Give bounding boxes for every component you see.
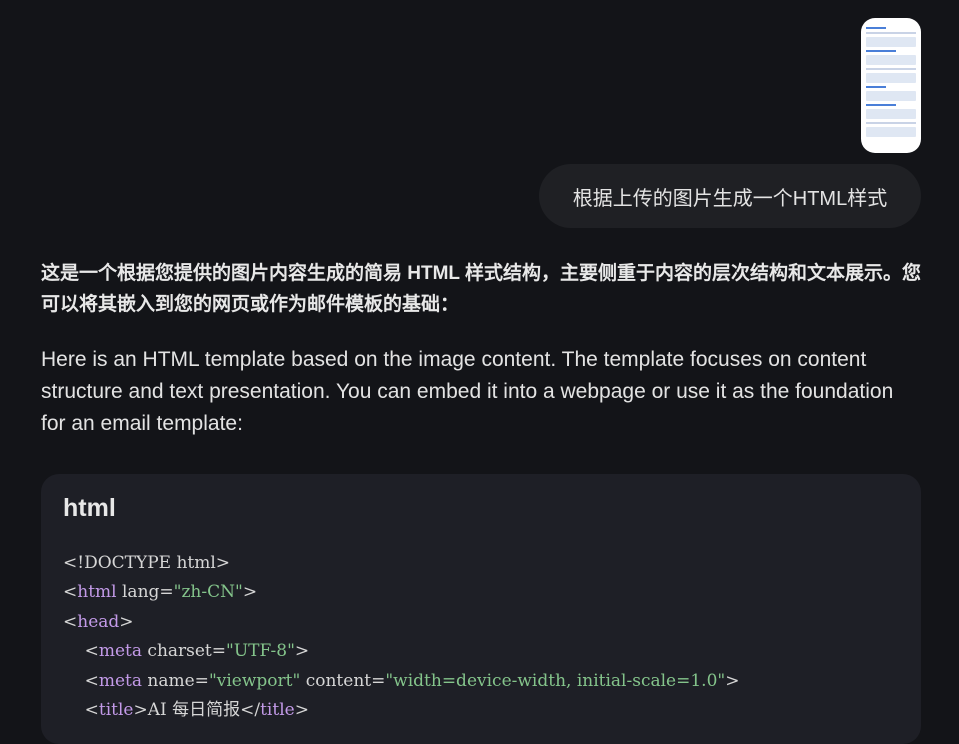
thumb-line	[866, 68, 916, 70]
code-doctype: <!DOCTYPE html>	[63, 553, 231, 573]
thumb-line	[866, 86, 886, 88]
code-tag: html	[77, 582, 117, 603]
code-line-4: <meta charset="UTF-8">	[63, 641, 310, 662]
code-language-label: html	[63, 494, 116, 522]
code-tag: title	[260, 700, 295, 721]
code-string: "width=device-width, initial-scale=1.0"	[385, 670, 726, 691]
thumb-line	[866, 32, 916, 34]
uploaded-image-thumbnail[interactable]	[861, 18, 921, 153]
code-line-3: <head>	[63, 612, 134, 632]
code-block: html <!DOCTYPE html> <html lang="zh-CN">…	[41, 474, 921, 744]
user-message-text: 根据上传的图片生成一个HTML样式	[572, 187, 888, 210]
thumb-line	[866, 104, 896, 106]
thumb-line	[866, 27, 886, 29]
code-attr: lang=	[116, 582, 174, 603]
thumb-block	[866, 73, 916, 83]
code-string: "UTF-8"	[226, 641, 295, 662]
user-message-bubble: 根据上传的图片生成一个HTML样式	[539, 164, 921, 228]
code-punct: <	[63, 700, 99, 721]
thumb-block	[866, 55, 916, 65]
code-line-1: <!DOCTYPE html>	[63, 553, 230, 573]
code-punct: <	[63, 641, 99, 662]
code-punct: <	[63, 670, 99, 691]
code-tag: title	[98, 700, 134, 721]
response-zh-bold: HTML 样式	[407, 263, 503, 284]
thumb-line	[866, 50, 896, 52]
code-punct: >	[294, 700, 309, 721]
code-tag: head	[77, 611, 120, 632]
code-punct: >	[294, 641, 310, 662]
code-string: "zh-CN"	[173, 582, 243, 603]
code-punct: >	[119, 611, 134, 632]
code-line-2: <html lang="zh-CN">	[63, 582, 257, 602]
response-english-paragraph: Here is an HTML template based on the im…	[41, 348, 894, 435]
code-tag: meta	[98, 641, 143, 662]
code-punct: <	[63, 611, 78, 632]
thumb-block	[866, 37, 916, 47]
code-punct: >	[725, 670, 740, 691]
thumb-line	[866, 122, 916, 124]
code-text: >AI 每日简报</	[133, 700, 261, 721]
code-attr: charset=	[142, 641, 227, 662]
thumb-block	[866, 109, 916, 119]
code-content[interactable]: <!DOCTYPE html> <html lang="zh-CN"> <hea…	[63, 549, 739, 725]
thumb-block	[866, 127, 916, 137]
code-tag: meta	[98, 670, 143, 691]
code-punct: <	[63, 582, 78, 603]
code-string: "viewport"	[208, 670, 301, 691]
response-chinese-paragraph: 这是一个根据您提供的图片内容生成的简易 HTML 样式结构，主要侧重于内容的层次…	[41, 258, 921, 320]
thumb-block	[866, 91, 916, 101]
code-punct: >	[242, 582, 258, 603]
code-attr: content=	[300, 670, 386, 691]
code-line-5: <meta name="viewport" content="width=dev…	[63, 670, 740, 691]
response-zh-text: 这是一个根据您提供的图片内容生成的简易	[41, 263, 408, 284]
code-attr: name=	[142, 670, 209, 691]
code-line-6: <title>AI 每日简报</title>	[63, 700, 309, 720]
